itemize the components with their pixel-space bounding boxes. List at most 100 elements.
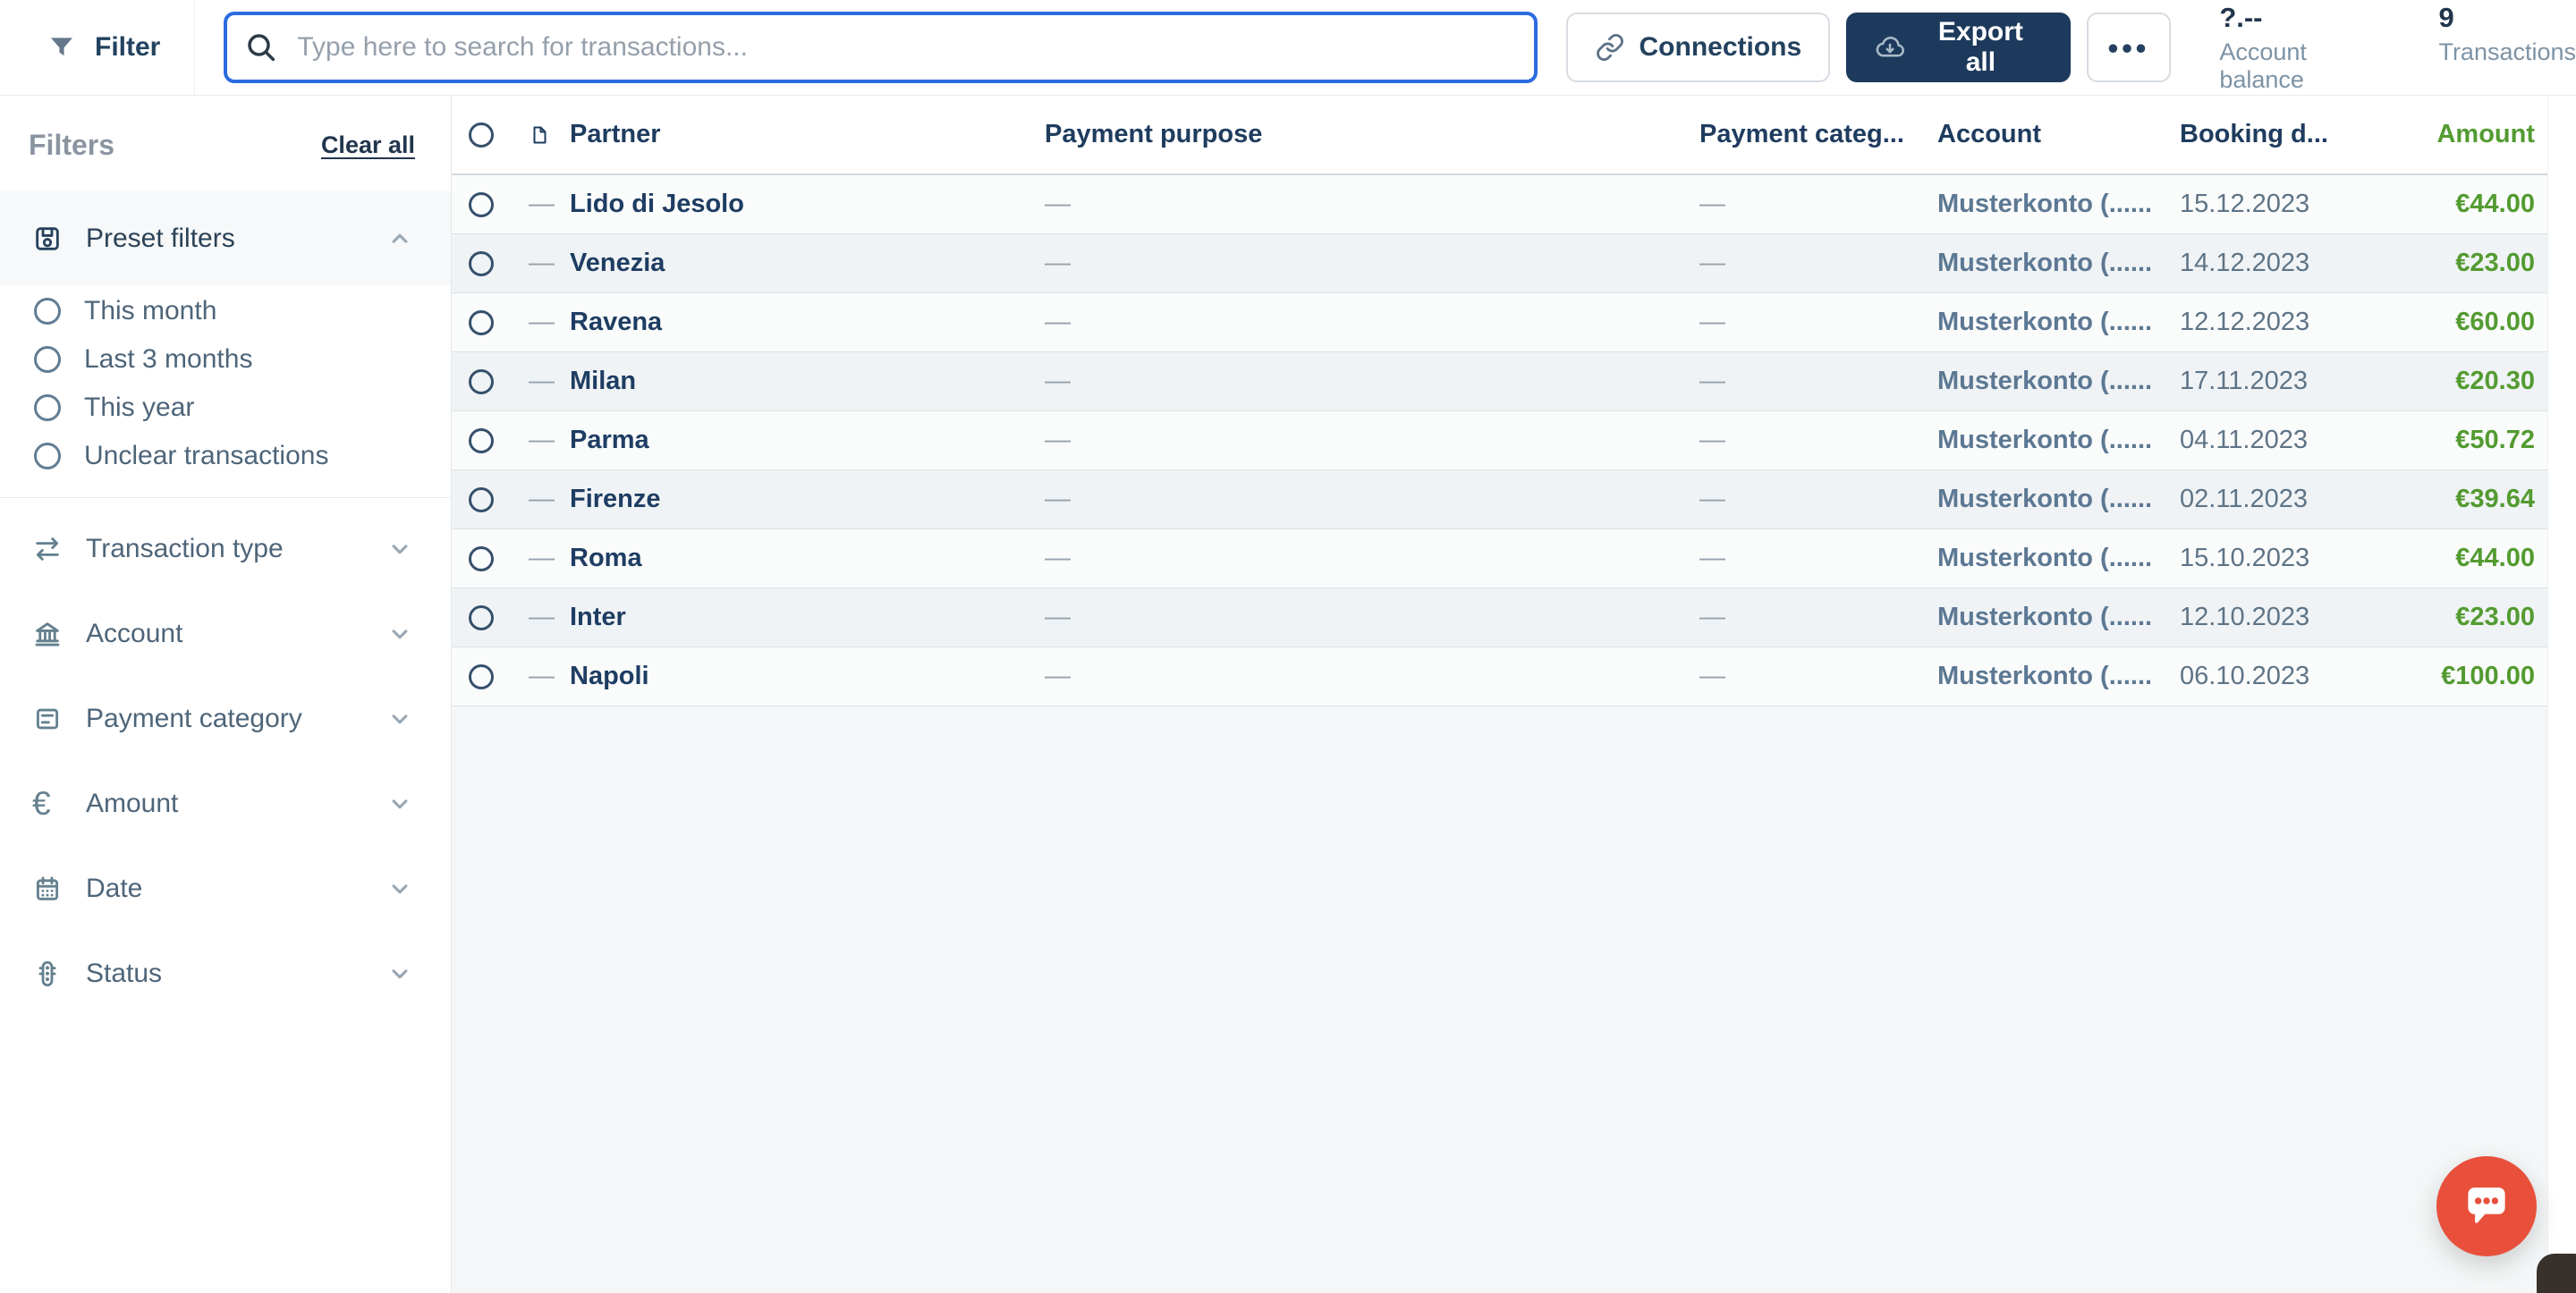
- preset-filters-label: Preset filters: [86, 224, 363, 254]
- row-partner-cell: Inter: [550, 603, 1025, 632]
- row-select-cell[interactable]: [452, 310, 511, 335]
- table-body: —Lido di Jesolo——Musterkonto (......15.1…: [452, 175, 2547, 706]
- filter-section-label: Account: [86, 619, 363, 649]
- table-row[interactable]: —Firenze——Musterkonto (......02.11.2023€…: [452, 470, 2547, 529]
- preset-option-last-3-months[interactable]: Last 3 months: [0, 335, 451, 384]
- table-row[interactable]: —Lido di Jesolo——Musterkonto (......15.1…: [452, 175, 2547, 234]
- row-purpose-cell: —: [1025, 485, 1680, 514]
- row-booking-cell: 15.12.2023: [2160, 190, 2382, 219]
- filter-section-amount[interactable]: €Amount: [0, 761, 451, 846]
- select-circle-icon: [469, 192, 494, 217]
- row-amount-cell: €23.00: [2382, 603, 2547, 632]
- row-attachment-cell: —: [511, 426, 550, 455]
- row-select-cell[interactable]: [452, 251, 511, 276]
- row-category-cell: —: [1680, 249, 1918, 278]
- category-column-header[interactable]: Payment categ...: [1680, 120, 1918, 149]
- row-select-cell[interactable]: [452, 428, 511, 453]
- preset-option-unclear-transactions[interactable]: Unclear transactions: [0, 432, 451, 480]
- stat-value: 9: [2438, 2, 2576, 34]
- table-row[interactable]: —Inter——Musterkonto (......12.10.2023€23…: [452, 588, 2547, 647]
- preset-filters-section[interactable]: Preset filters: [0, 191, 451, 285]
- preset-option-label: This year: [84, 393, 194, 423]
- radio-icon: [34, 394, 61, 421]
- row-partner-cell: Lido di Jesolo: [550, 190, 1025, 219]
- clear-all-link[interactable]: Clear all: [321, 131, 415, 159]
- row-attachment-cell: —: [511, 544, 550, 573]
- row-partner-cell: Firenze: [550, 485, 1025, 514]
- preset-option-this-year[interactable]: This year: [0, 384, 451, 432]
- stat-label: Account balance: [2219, 38, 2397, 94]
- row-partner-cell: Roma: [550, 544, 1025, 573]
- row-select-cell[interactable]: [452, 664, 511, 689]
- preset-option-label: This month: [84, 296, 216, 326]
- purpose-column-header[interactable]: Payment purpose: [1025, 120, 1680, 149]
- radio-icon: [34, 346, 61, 373]
- corner-widget-fragment: [2537, 1254, 2576, 1293]
- booking-column-header[interactable]: Booking d...: [2160, 120, 2382, 149]
- content-shell: Filters Clear all Preset filters This mo…: [0, 96, 2576, 1293]
- radio-icon: [34, 298, 61, 325]
- scrollbar-track[interactable]: [2547, 96, 2576, 1293]
- row-account-cell: Musterkonto (......: [1918, 603, 2160, 632]
- ellipsis-icon: •••: [2108, 33, 2150, 63]
- row-select-cell[interactable]: [452, 605, 511, 630]
- more-options-button[interactable]: •••: [2087, 13, 2172, 82]
- select-all-cell[interactable]: [452, 123, 511, 148]
- row-partner-cell: Napoli: [550, 662, 1025, 691]
- select-all-circle-icon: [469, 123, 494, 148]
- connections-button[interactable]: Connections: [1566, 13, 1831, 82]
- stat-value: ?.--: [2219, 2, 2397, 34]
- chat-widget-button[interactable]: [2436, 1156, 2537, 1256]
- preset-option-this-month[interactable]: This month: [0, 287, 451, 335]
- row-amount-cell: €50.72: [2382, 426, 2547, 455]
- row-purpose-cell: —: [1025, 308, 1680, 337]
- table-row[interactable]: —Milan——Musterkonto (......17.11.2023€20…: [452, 352, 2547, 411]
- row-select-cell[interactable]: [452, 192, 511, 217]
- row-booking-cell: 02.11.2023: [2160, 485, 2382, 514]
- table-row[interactable]: —Ravena——Musterkonto (......12.12.2023€6…: [452, 293, 2547, 352]
- row-select-cell[interactable]: [452, 546, 511, 571]
- stat-transactions: 9Transactions: [2438, 2, 2576, 94]
- partner-column-header[interactable]: Partner: [550, 120, 1025, 149]
- traffic-light-icon: [32, 959, 63, 989]
- filter-section-transaction-type[interactable]: Transaction type: [0, 506, 451, 591]
- account-column-header[interactable]: Account: [1918, 120, 2160, 149]
- row-booking-cell: 14.12.2023: [2160, 249, 2382, 278]
- search-input[interactable]: [224, 12, 1537, 83]
- table-row[interactable]: —Parma——Musterkonto (......04.11.2023€50…: [452, 411, 2547, 470]
- filter-section-payment-category[interactable]: Payment category: [0, 676, 451, 761]
- chevron-down-icon: [386, 621, 413, 647]
- table-row[interactable]: —Venezia——Musterkonto (......14.12.2023€…: [452, 234, 2547, 293]
- row-account-cell: Musterkonto (......: [1918, 367, 2160, 396]
- filter-section-label: Amount: [86, 789, 363, 819]
- table-row[interactable]: —Napoli——Musterkonto (......06.10.2023€1…: [452, 647, 2547, 706]
- row-category-cell: —: [1680, 485, 1918, 514]
- attachment-column-header[interactable]: [511, 122, 550, 148]
- select-circle-icon: [469, 546, 494, 571]
- amount-column-header[interactable]: Amount: [2382, 120, 2547, 149]
- filter-section-account[interactable]: Account: [0, 591, 451, 676]
- cloud-download-icon: [1875, 32, 1905, 63]
- chevron-down-icon: [386, 536, 413, 562]
- row-attachment-cell: —: [511, 603, 550, 632]
- filters-title: Filters: [29, 129, 114, 162]
- filters-sidebar: Filters Clear all Preset filters This mo…: [0, 96, 452, 1293]
- row-amount-cell: €60.00: [2382, 308, 2547, 337]
- filter-button[interactable]: Filter: [47, 32, 160, 63]
- filter-section-label: Status: [86, 959, 363, 989]
- funnel-icon: [47, 32, 77, 63]
- preset-option-label: Unclear transactions: [84, 441, 328, 471]
- export-all-button[interactable]: Export all: [1846, 13, 2070, 82]
- row-select-cell[interactable]: [452, 487, 511, 512]
- row-partner-cell: Venezia: [550, 249, 1025, 278]
- row-select-cell[interactable]: [452, 369, 511, 394]
- table-row[interactable]: —Roma——Musterkonto (......15.10.2023€44.…: [452, 529, 2547, 588]
- row-amount-cell: €23.00: [2382, 249, 2547, 278]
- select-circle-icon: [469, 605, 494, 630]
- filter-section-date[interactable]: Date: [0, 846, 451, 931]
- row-partner-cell: Milan: [550, 367, 1025, 396]
- row-purpose-cell: —: [1025, 544, 1680, 573]
- select-circle-icon: [469, 310, 494, 335]
- row-partner-cell: Parma: [550, 426, 1025, 455]
- filter-section-status[interactable]: Status: [0, 931, 451, 1016]
